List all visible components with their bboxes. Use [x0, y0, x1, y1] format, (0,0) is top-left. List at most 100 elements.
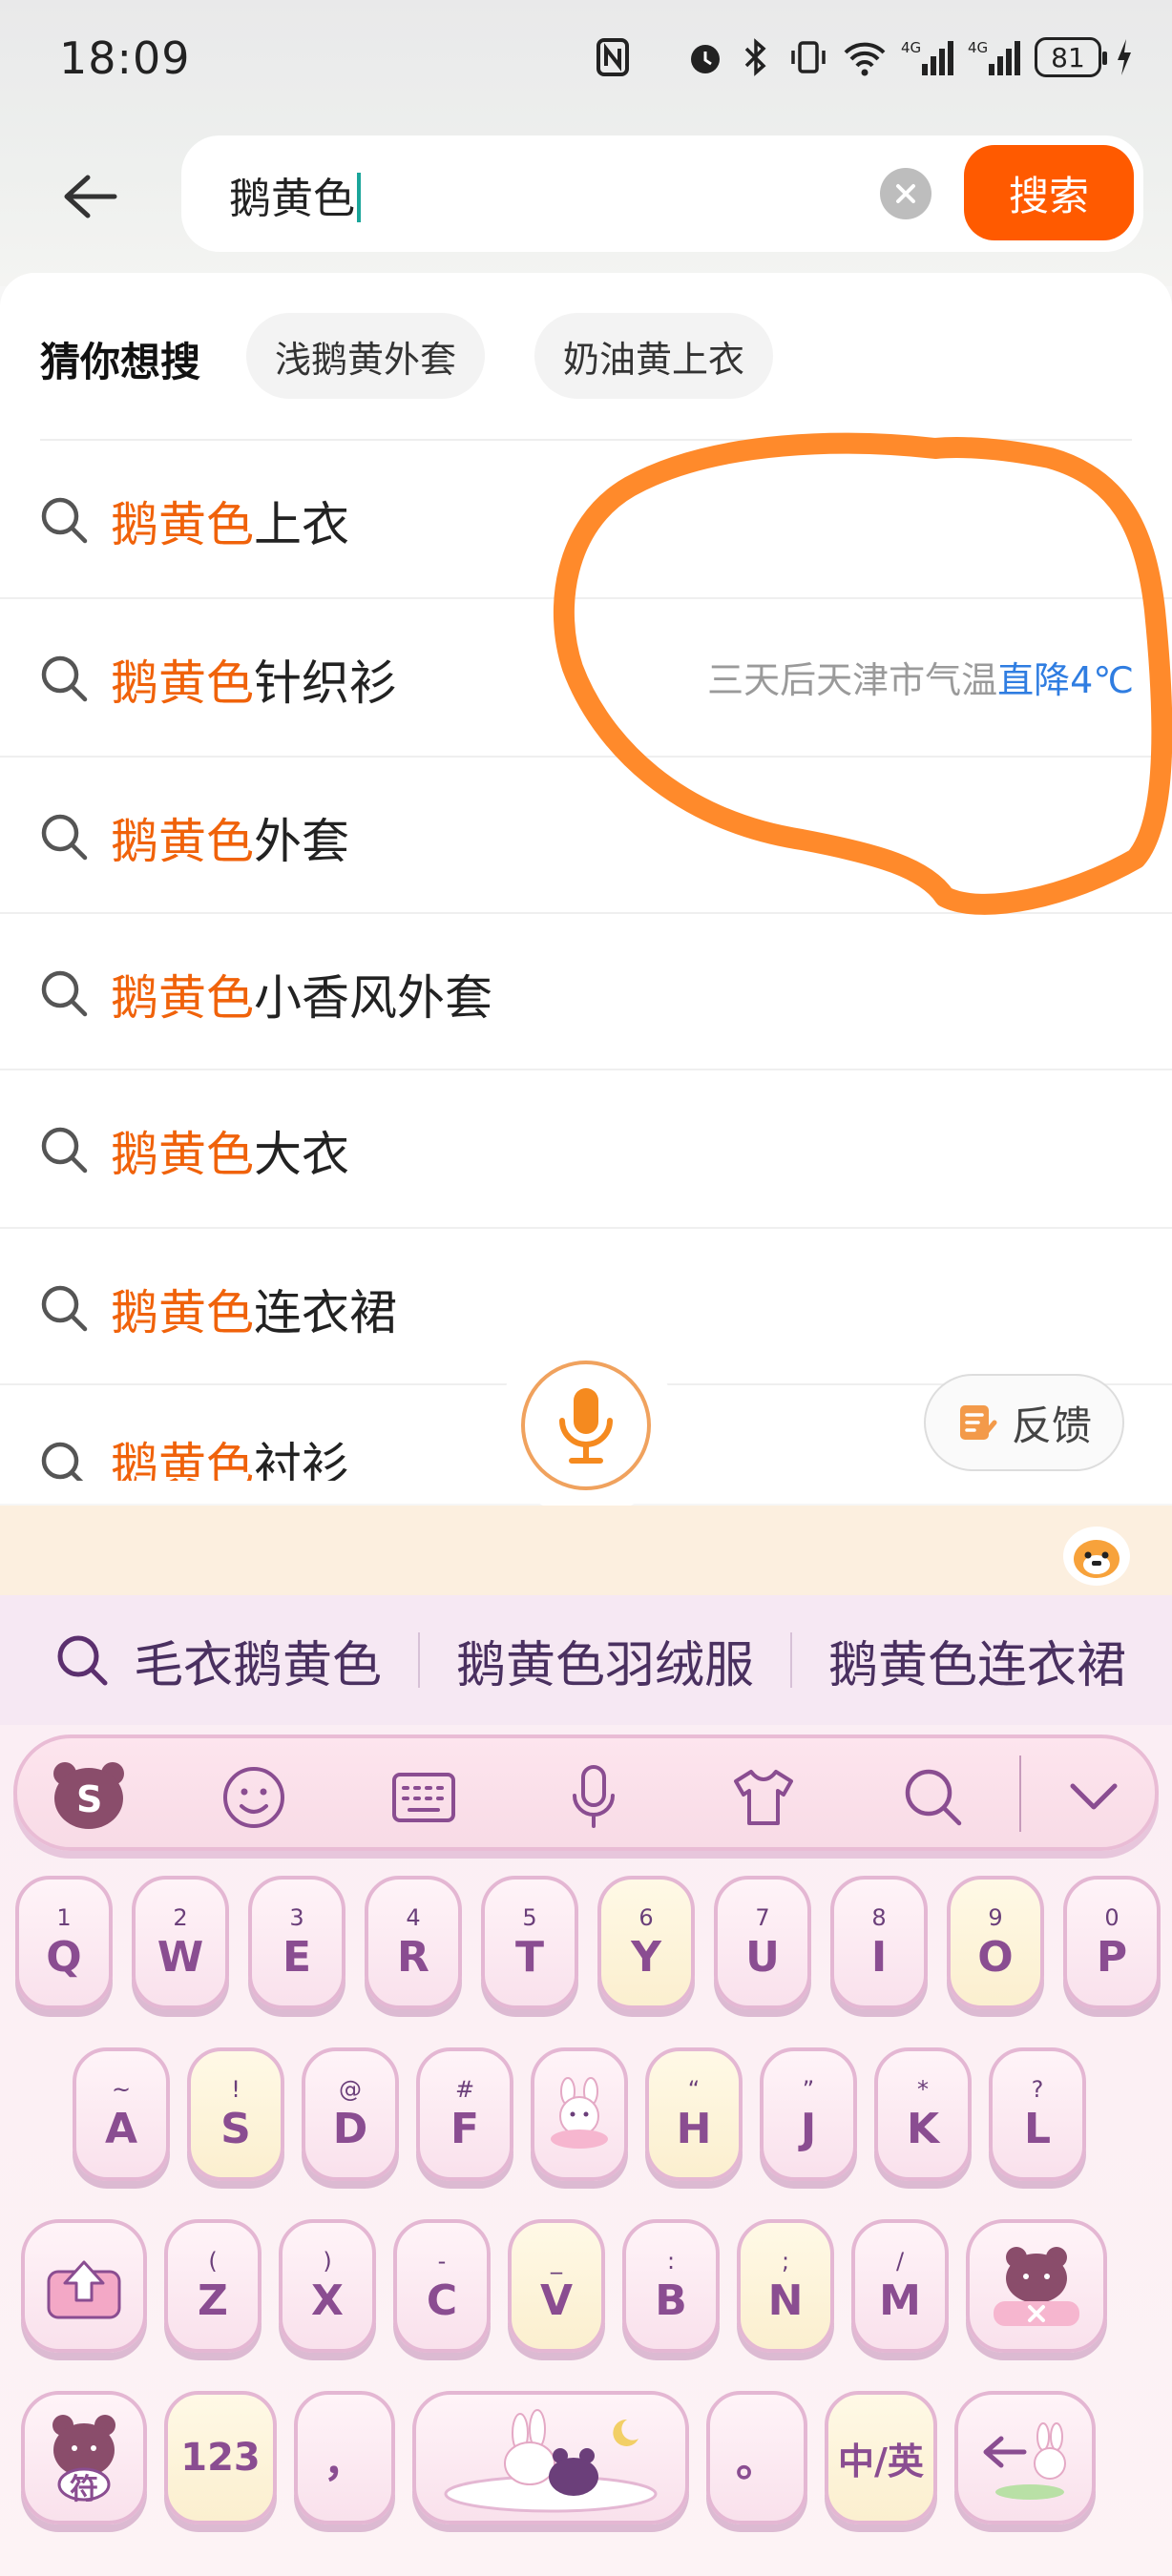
search-icon [41, 1285, 88, 1332]
edit-icon [959, 1405, 997, 1440]
key-secondary: 0 [1104, 1903, 1120, 1931]
key-label: D [332, 2104, 368, 2153]
keyboard-switch-button[interactable] [389, 1763, 458, 1832]
sleeping-bunny-bear-icon [444, 2409, 658, 2513]
key-label: F [450, 2104, 480, 2153]
svg-text:4G: 4G [901, 39, 921, 56]
key-t[interactable]: 5T [481, 1876, 578, 2009]
key-b[interactable]: :B [622, 2219, 720, 2353]
key-label: X [311, 2275, 344, 2325]
voice-input-button[interactable] [559, 1763, 628, 1832]
collapse-keyboard-button[interactable] [1059, 1763, 1128, 1832]
search-icon [41, 814, 88, 861]
key-n[interactable]: ; N [737, 2219, 834, 2353]
key-row-3: (Z ) X -C _ V :B ; N / M [21, 2219, 1151, 2353]
search-icon [41, 970, 88, 1017]
search-button[interactable]: 搜索 [964, 145, 1134, 240]
shift-key[interactable] [21, 2219, 147, 2353]
mascot-icon[interactable] [1063, 1527, 1130, 1586]
close-icon [896, 184, 915, 203]
suggestion-highlight: 鹅黄色 [111, 970, 254, 1026]
key-x[interactable]: ) X [279, 2219, 376, 2353]
key-q[interactable]: 1Q [15, 1876, 113, 2009]
key-g[interactable] [531, 2047, 628, 2181]
back-button[interactable] [55, 162, 124, 231]
key-label: L [1023, 2104, 1052, 2153]
keyboard-search-button[interactable] [899, 1763, 968, 1832]
period-key[interactable]: 。 [706, 2391, 807, 2524]
key-secondary: 5 [522, 1903, 537, 1931]
key-label: S [220, 2104, 251, 2153]
search-input[interactable]: 鹅黄色 [229, 164, 361, 225]
keyboard-suggestion[interactable]: 毛衣鹅黄色 [111, 1625, 418, 1696]
divider [1019, 1755, 1021, 1832]
charging-icon [1118, 39, 1131, 75]
backspace-key[interactable] [966, 2219, 1107, 2353]
key-a[interactable]: ~ A [73, 2047, 170, 2181]
key-j[interactable]: ” J [760, 2047, 857, 2181]
key-label: R [397, 1932, 429, 1982]
wifi-icon [844, 42, 886, 76]
bunny-sticker-icon [551, 2077, 608, 2149]
guess-title: 猜你想搜 [40, 339, 201, 385]
suggestion-row[interactable]: 鹅黄色大衣 [0, 1070, 1172, 1227]
nfc-icon [596, 38, 629, 76]
comma-key[interactable]: ， [294, 2391, 395, 2524]
space-key[interactable] [412, 2391, 689, 2524]
key-l[interactable]: ? L [989, 2047, 1086, 2181]
key-s[interactable]: ! S [187, 2047, 284, 2181]
key-m[interactable]: / M [851, 2219, 949, 2353]
key-label: U [745, 1932, 780, 1982]
number-key[interactable]: 123 [164, 2391, 277, 2524]
key-u[interactable]: 7U [714, 1876, 811, 2009]
key-w[interactable]: 2W [132, 1876, 229, 2009]
symbol-key[interactable]: 符 [21, 2391, 147, 2524]
emoji-button[interactable] [220, 1763, 288, 1832]
key-label: 。 [736, 2438, 778, 2486]
search-query-text: 鹅黄色 [229, 175, 355, 223]
signal-4g-icon-2: 4G [968, 39, 1020, 75]
key-v[interactable]: _ V [508, 2219, 605, 2353]
key-z[interactable]: (Z [164, 2219, 262, 2353]
keyboard-top-bar [0, 1506, 1172, 1595]
key-i[interactable]: 8I [830, 1876, 928, 2009]
key-e[interactable]: 3E [248, 1876, 345, 2009]
key-label: A [104, 2104, 138, 2153]
key-r[interactable]: 4R [365, 1876, 462, 2009]
bear-logo-icon: S [53, 1762, 124, 1829]
key-label: E [282, 1932, 312, 1982]
key-secondary: - [437, 2247, 447, 2275]
key-c[interactable]: -C [393, 2219, 491, 2353]
suggestion-highlight: 鹅黄色 [111, 1438, 254, 1481]
key-h[interactable]: “H [645, 2047, 743, 2181]
keyboard-suggestion[interactable]: 鹅黄色羽绒服 [420, 1625, 790, 1696]
language-key[interactable]: 中/英 [825, 2391, 937, 2524]
key-label: N [767, 2275, 804, 2325]
skin-button[interactable] [729, 1763, 798, 1832]
enter-key[interactable] [954, 2391, 1096, 2524]
keyboard-suggestion[interactable]: 鹅黄色连衣裙 [792, 1625, 1162, 1696]
feedback-button[interactable]: 反馈 [924, 1374, 1124, 1471]
key-y[interactable]: 6Y [597, 1876, 695, 2009]
key-o[interactable]: 9O [947, 1876, 1044, 2009]
key-label: P [1096, 1932, 1128, 1982]
key-label: O [977, 1932, 1014, 1982]
suggestion-row[interactable]: 鹅黄色小香风外套 [0, 914, 1172, 1070]
guess-chip[interactable]: 奶油黄上衣 [534, 313, 774, 399]
tshirt-icon [734, 1770, 793, 1825]
voice-search-button[interactable] [521, 1361, 651, 1490]
key-secondary: # [454, 2075, 475, 2103]
key-d[interactable]: @ D [302, 2047, 399, 2181]
clear-button[interactable] [880, 168, 931, 219]
key-k[interactable]: * K [874, 2047, 972, 2181]
key-f[interactable]: # F [416, 2047, 513, 2181]
keyboard-logo-button[interactable]: S [46, 1752, 132, 1838]
symbol-key-label: 符 [70, 2473, 98, 2506]
guess-chip[interactable]: 浅鹅黄外套 [246, 313, 486, 399]
key-label: M [879, 2275, 921, 2325]
status-icons: 4G 4G 81 [596, 31, 1134, 84]
key-row-2: ~ A ! S @ D # F “H ” J * K ? L [73, 2047, 1103, 2181]
key-secondary: ” [802, 2075, 815, 2103]
key-p[interactable]: 0P [1063, 1876, 1161, 2009]
key-secondary: ) [323, 2247, 332, 2275]
